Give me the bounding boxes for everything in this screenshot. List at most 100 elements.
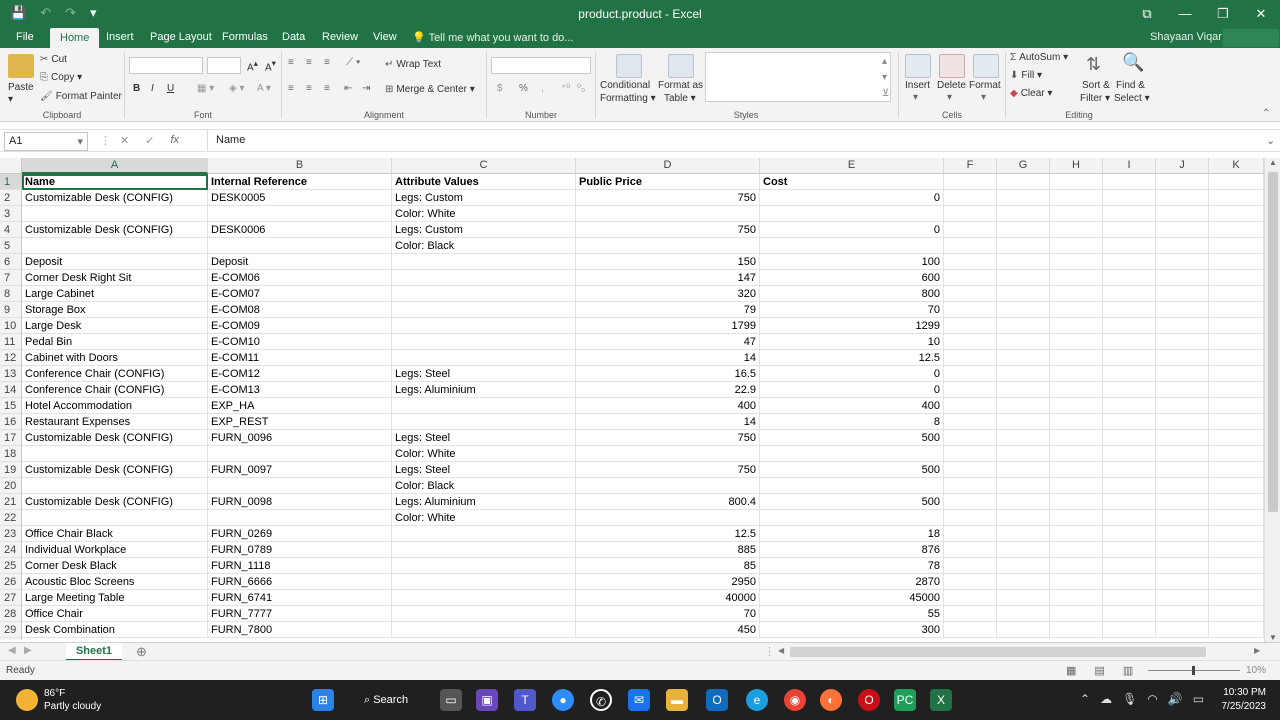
windows-start-icon[interactable]: ⊞ bbox=[312, 689, 334, 711]
table-cell[interactable] bbox=[1103, 334, 1156, 350]
row-header[interactable]: 14 bbox=[0, 382, 22, 398]
table-cell[interactable] bbox=[944, 334, 997, 350]
table-cell[interactable] bbox=[1156, 622, 1209, 638]
table-cell[interactable]: Deposit bbox=[208, 254, 392, 270]
table-cell[interactable] bbox=[1050, 478, 1103, 494]
table-cell[interactable]: Deposit bbox=[22, 254, 208, 270]
table-cell[interactable] bbox=[1103, 302, 1156, 318]
table-cell[interactable]: Color: White bbox=[392, 206, 576, 222]
table-cell[interactable] bbox=[1050, 526, 1103, 542]
insert-button[interactable]: Insert bbox=[905, 80, 930, 91]
table-cell[interactable] bbox=[1156, 270, 1209, 286]
table-cell[interactable] bbox=[997, 622, 1050, 638]
table-cell[interactable]: 8 bbox=[760, 414, 944, 430]
tell-me-box[interactable]: 💡 Tell me what you want to do... bbox=[412, 31, 573, 44]
table-cell[interactable] bbox=[1050, 254, 1103, 270]
page-break-view-icon[interactable]: ▥ bbox=[1123, 664, 1133, 677]
table-cell[interactable] bbox=[1209, 270, 1264, 286]
table-cell[interactable]: Color: White bbox=[392, 446, 576, 462]
hscroll-left-icon[interactable]: ◀ bbox=[778, 646, 784, 655]
table-cell[interactable]: E-COM10 bbox=[208, 334, 392, 350]
tab-review[interactable]: Review bbox=[322, 30, 358, 45]
user-name[interactable]: Shayaan Viqar bbox=[1150, 31, 1222, 43]
table-cell[interactable]: 0 bbox=[760, 366, 944, 382]
table-cell[interactable] bbox=[208, 238, 392, 254]
table-cell[interactable] bbox=[392, 574, 576, 590]
table-cell[interactable] bbox=[944, 606, 997, 622]
table-cell[interactable] bbox=[208, 510, 392, 526]
tray-overflow-icon[interactable]: ⌃ bbox=[1080, 692, 1090, 706]
table-cell[interactable] bbox=[944, 542, 997, 558]
table-cell[interactable] bbox=[392, 590, 576, 606]
column-header-k[interactable]: K bbox=[1209, 158, 1264, 174]
chrome-icon[interactable]: ◉ bbox=[784, 689, 806, 711]
table-cell[interactable] bbox=[392, 334, 576, 350]
edge-icon[interactable]: e bbox=[746, 689, 768, 711]
table-cell[interactable]: Corner Desk Black bbox=[22, 558, 208, 574]
table-cell[interactable] bbox=[760, 478, 944, 494]
table-cell[interactable] bbox=[944, 462, 997, 478]
table-cell[interactable]: 79 bbox=[576, 302, 760, 318]
column-header-h[interactable]: H bbox=[1050, 158, 1103, 174]
table-cell[interactable] bbox=[1050, 462, 1103, 478]
table-cell[interactable] bbox=[1156, 510, 1209, 526]
table-cell[interactable] bbox=[1103, 270, 1156, 286]
table-cell[interactable] bbox=[1156, 366, 1209, 382]
table-cell[interactable]: 70 bbox=[760, 302, 944, 318]
table-cell[interactable] bbox=[1103, 382, 1156, 398]
find-select-dropdown[interactable]: Select ▾ bbox=[1114, 93, 1150, 104]
table-cell[interactable]: 320 bbox=[576, 286, 760, 302]
column-header-j[interactable]: J bbox=[1156, 158, 1209, 174]
insert-cells-icon[interactable] bbox=[905, 54, 931, 78]
table-cell[interactable] bbox=[1103, 222, 1156, 238]
table-cell[interactable]: EXP_HA bbox=[208, 398, 392, 414]
table-cell[interactable] bbox=[1050, 574, 1103, 590]
table-cell[interactable] bbox=[997, 238, 1050, 254]
table-cell[interactable] bbox=[392, 606, 576, 622]
table-cell[interactable] bbox=[997, 494, 1050, 510]
table-cell[interactable] bbox=[1103, 510, 1156, 526]
table-cell[interactable] bbox=[576, 206, 760, 222]
table-cell[interactable] bbox=[1156, 494, 1209, 510]
table-cell[interactable] bbox=[1156, 318, 1209, 334]
table-header-cell[interactable]: Attribute Values bbox=[392, 174, 576, 190]
table-cell[interactable] bbox=[997, 510, 1050, 526]
table-cell[interactable]: Large Cabinet bbox=[22, 286, 208, 302]
table-cell[interactable]: E-COM09 bbox=[208, 318, 392, 334]
table-cell[interactable] bbox=[944, 558, 997, 574]
delete-cells-icon[interactable] bbox=[939, 54, 965, 78]
table-cell[interactable] bbox=[944, 350, 997, 366]
table-cell[interactable] bbox=[997, 590, 1050, 606]
table-cell[interactable] bbox=[1103, 622, 1156, 638]
format-as-table-button[interactable]: Format as bbox=[658, 80, 703, 91]
minimize-button[interactable]: — bbox=[1166, 0, 1204, 27]
table-cell[interactable] bbox=[392, 558, 576, 574]
row-header[interactable]: 24 bbox=[0, 542, 22, 558]
table-cell[interactable] bbox=[944, 286, 997, 302]
table-cell[interactable]: 885 bbox=[576, 542, 760, 558]
table-cell[interactable]: 10 bbox=[760, 334, 944, 350]
table-cell[interactable] bbox=[392, 350, 576, 366]
table-cell[interactable] bbox=[22, 446, 208, 462]
row-header[interactable]: 27 bbox=[0, 590, 22, 606]
table-cell[interactable] bbox=[997, 430, 1050, 446]
table-cell[interactable] bbox=[392, 254, 576, 270]
table-header-cell[interactable]: Internal Reference bbox=[208, 174, 392, 190]
sheet-tab-sheet1[interactable]: Sheet1 bbox=[66, 643, 122, 661]
table-cell[interactable]: 500 bbox=[760, 430, 944, 446]
table-cell[interactable] bbox=[208, 446, 392, 462]
table-cell[interactable] bbox=[1050, 622, 1103, 638]
name-box-dropdown-icon[interactable]: ▾ bbox=[77, 135, 83, 148]
table-cell[interactable] bbox=[1209, 318, 1264, 334]
table-cell[interactable] bbox=[1209, 574, 1264, 590]
tab-data[interactable]: Data bbox=[282, 30, 305, 45]
battery-icon[interactable]: ▭ bbox=[1193, 692, 1204, 706]
table-cell[interactable]: Pedal Bin bbox=[22, 334, 208, 350]
table-cell[interactable] bbox=[1103, 446, 1156, 462]
table-cell[interactable] bbox=[1103, 430, 1156, 446]
table-cell[interactable]: Legs: Aluminium bbox=[392, 382, 576, 398]
table-cell[interactable] bbox=[944, 494, 997, 510]
table-cell[interactable]: 300 bbox=[760, 622, 944, 638]
table-cell[interactable]: Customizable Desk (CONFIG) bbox=[22, 190, 208, 206]
table-cell[interactable]: 750 bbox=[576, 430, 760, 446]
